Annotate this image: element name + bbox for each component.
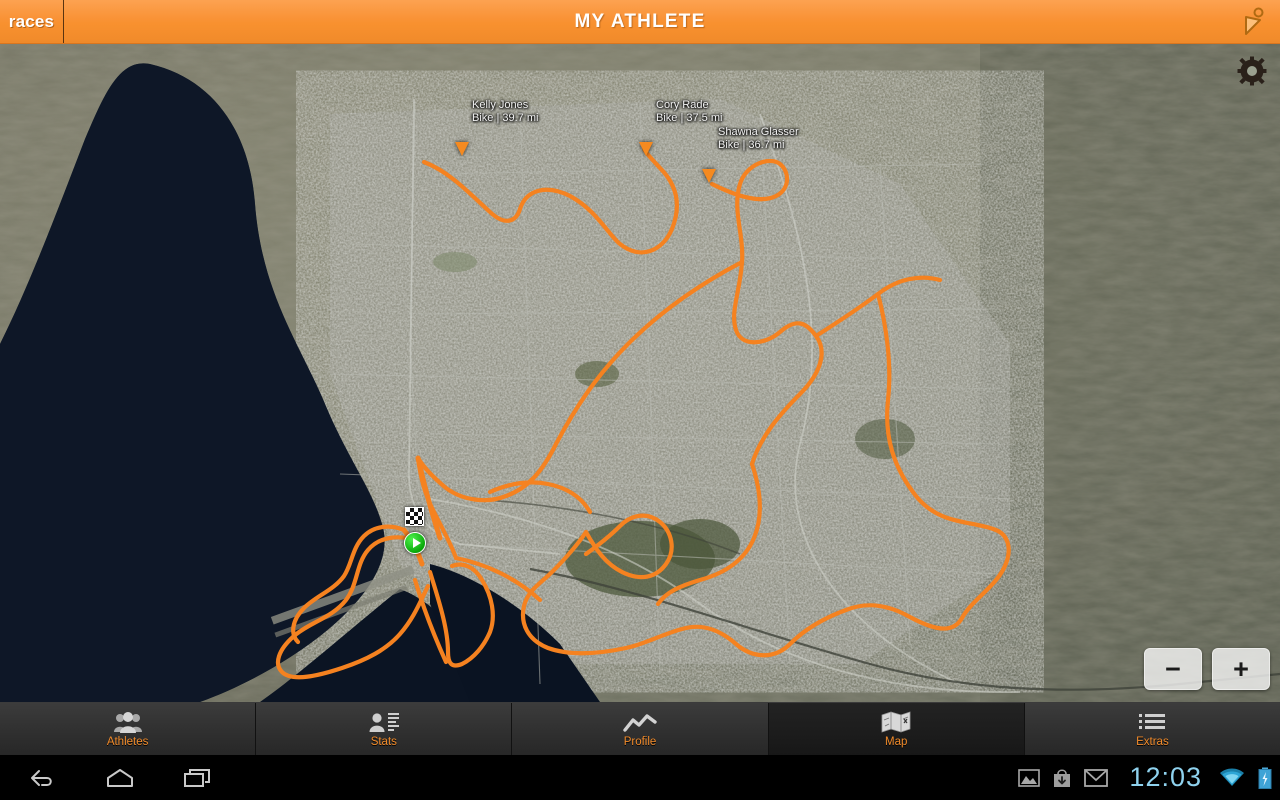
people-icon — [113, 711, 143, 733]
bottom-tab-bar: Athletes Stats Profile Map Extras — [0, 702, 1280, 755]
photo-icon — [1018, 768, 1041, 787]
tab-profile[interactable]: Profile — [512, 703, 769, 755]
app-logo-badge[interactable]: races — [0, 0, 64, 43]
top-action-bar: races MY ATHLETE — [0, 0, 1280, 44]
tab-label: Athletes — [106, 735, 149, 748]
zoom-in-button[interactable]: + — [1212, 648, 1270, 690]
system-status-area[interactable]: 12:03 — [1018, 755, 1272, 800]
zoom-out-button[interactable]: − — [1144, 648, 1202, 690]
tab-label: Profile — [623, 735, 657, 748]
app-root: races MY ATHLETE Kelly Jones Bike | 39.7… — [0, 0, 1280, 800]
athlete-marker[interactable] — [455, 142, 469, 156]
page-title: MY ATHLETE — [574, 11, 706, 32]
recent-apps-icon[interactable] — [178, 758, 218, 798]
home-icon[interactable] — [100, 758, 140, 798]
wifi-icon — [1219, 768, 1245, 788]
checkered-flag-icon — [405, 507, 424, 526]
list-icon — [1139, 711, 1166, 733]
athlete-person-icon[interactable] — [1232, 2, 1274, 42]
tab-stats[interactable]: Stats — [256, 703, 513, 755]
tab-label: Stats — [370, 735, 397, 748]
start-play-icon — [404, 532, 426, 554]
gear-icon[interactable] — [1233, 52, 1271, 90]
folded-map-icon — [881, 710, 911, 733]
download-play-store-icon — [1053, 768, 1071, 788]
tab-label: Extras — [1136, 735, 1169, 748]
system-clock: 12:03 — [1129, 762, 1202, 792]
tab-label: Map — [885, 735, 908, 748]
map-zoom-controls: − + — [1144, 648, 1270, 690]
android-system-bar: 12:03 — [0, 755, 1280, 800]
tab-extras[interactable]: Extras — [1024, 703, 1280, 755]
battery-charging-icon — [1258, 767, 1272, 789]
system-navigation — [22, 758, 218, 798]
tab-athletes[interactable]: Athletes — [0, 703, 257, 755]
gmail-icon — [1084, 768, 1109, 787]
elevation-chart-icon — [623, 711, 657, 733]
app-logo-label: races — [8, 11, 55, 31]
back-arrow-icon[interactable] — [22, 758, 62, 798]
tab-map[interactable]: Map — [768, 703, 1025, 755]
satellite-map[interactable]: Kelly Jones Bike | 39.7 mi Cory Rade Bik… — [0, 44, 1280, 702]
athlete-marker[interactable] — [639, 142, 653, 156]
person-list-icon — [368, 711, 400, 733]
athlete-marker[interactable] — [702, 169, 716, 183]
